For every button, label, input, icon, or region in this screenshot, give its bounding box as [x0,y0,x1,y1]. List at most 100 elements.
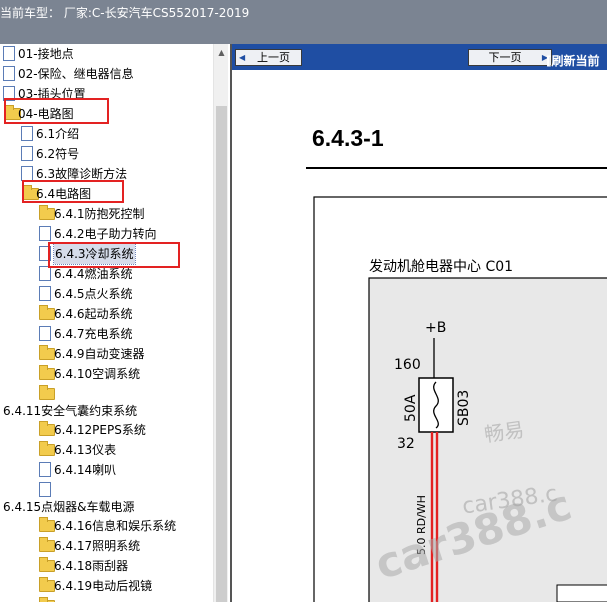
tree-item[interactable]: 02-保险、继电器信息 [0,64,213,84]
tree-item[interactable]: +6.4.10空调系统 [0,364,213,384]
tree-item-label: 6.4.6起动系统 [54,307,133,321]
scroll-up-arrow-icon[interactable]: ▲ [214,44,228,61]
tree-item-label: 6.4.1防抱死控制 [54,207,145,221]
next-component-box [556,584,607,602]
prev-page-button[interactable]: ◀ 上一页 [235,49,302,66]
folder-icon [39,305,55,320]
tree-item-label: 6.4.4燃油系统 [54,267,133,281]
folder-icon [39,597,55,602]
document-icon [21,146,33,161]
tree-item-label: 04-电路图 [18,107,74,121]
document-icon [39,326,51,341]
tree-item-label: 6.4.5点火系统 [54,287,133,301]
title-bar: 当前车型： 厂家:C-长安汽车CS552017-2019 [0,0,607,44]
tree-item-label: 6.3故障诊断方法 [36,167,128,181]
fuse-rating: 50A [403,394,419,422]
tree-item[interactable]: +6.4.18雨刮器 [0,556,213,576]
folder-icon [39,577,55,592]
tree-item-label: 6.4.7充电系统 [54,327,133,341]
tree-item[interactable]: +6.4.19电动后视镜 [0,576,213,596]
document-icon [39,462,51,477]
tree-item[interactable]: +6.4.1防抱死控制 [0,204,213,224]
tree-item[interactable]: +6.4.17照明系统 [0,536,213,556]
folder-icon [39,421,55,436]
tree-item[interactable]: +03-插头位置 [0,84,213,104]
circuit-diagram-svg: 6.4.3-1 发动机舱电器中心 C01 +B 160 50A SB03 32 … [306,125,607,602]
folder-icon [39,537,55,552]
tree-item-label: 6.4.16信息和娱乐系统 [54,519,177,533]
folder-icon [39,557,55,572]
folder-icon [39,441,55,456]
tree-item[interactable]: 6.3故障诊断方法 [0,164,213,184]
fuse-id: SB03 [456,390,472,426]
document-viewer: ◀ 上一页 下一页 ▶ [刷新当前 6.4.3-1 发动机舱电器中心 C01 +… [230,44,607,602]
tree-item[interactable]: 6.4.5点火系统 [0,284,213,304]
tree-item-label: 6.4.19电动后视镜 [54,579,153,593]
tree-item-label: 03-插头位置 [18,87,86,101]
pin-top-label: 160 [394,357,421,373]
tree-item[interactable]: 6.2符号 [0,144,213,164]
document-icon [3,86,15,101]
tree-item-label: 6.4.18雨刮器 [54,559,129,573]
folder-icon [39,385,55,400]
page-nav-bar: ◀ 上一页 下一页 ▶ [刷新当前 [232,44,607,70]
document-icon [39,286,51,301]
tree-item[interactable]: +6.4.6起动系统 [0,304,213,324]
window-title: 当前车型： 厂家:C-长安汽车CS552017-2019 [0,4,249,21]
tree-item[interactable]: 6.4.4燃油系统 [0,264,213,284]
vehicle-model-value: 厂家:C-长安汽车CS552017-2019 [63,6,250,20]
tree-item[interactable]: +6.4.13仪表 [0,440,213,460]
document-icon [39,482,51,497]
tree-item[interactable]: + [0,596,213,602]
tree-item-label: 6.4电路图 [36,187,92,201]
document-icon [39,246,51,261]
scrollbar-thumb[interactable] [216,106,227,602]
tree-item-label: 02-保险、继电器信息 [18,67,134,81]
tree-item-label: 6.2符号 [36,147,80,161]
folder-icon [39,517,55,532]
circuit-diagram: 6.4.3-1 发动机舱电器中心 C01 +B 160 50A SB03 32 … [232,70,607,602]
supply-label: +B [425,320,446,336]
tree-item[interactable]: +6.4.12PEPS系统 [0,420,213,440]
wire-label: 5.0 RD/WH [415,495,428,555]
tree-item[interactable]: −6.4电路图 [0,184,213,204]
tree-item-label: 6.4.12PEPS系统 [54,423,146,437]
folder-icon [39,205,55,220]
tree-item-label: 6.4.13仪表 [54,443,117,457]
diagram-page-title: 6.4.3-1 [312,125,384,151]
tree-item[interactable]: 6.4.15点烟器&车载电源 [0,497,213,517]
tree-item[interactable]: 6.4.11安全气囊约束系统 [0,401,213,421]
document-icon [39,266,51,281]
document-icon [21,166,33,181]
tree-item[interactable]: 6.1介绍 [0,124,213,144]
tree-scrollbar[interactable]: ▲ [213,44,228,602]
tree-item[interactable]: 6.4.2电子助力转向 [0,224,213,244]
tree-item[interactable]: −04-电路图 [0,104,213,124]
tree-item[interactable]: 6.4.3冷却系统 [0,243,213,265]
tree-item-label: 6.4.15点烟器&车载电源 [3,500,135,514]
tree-item[interactable]: 01-接地点 [0,44,213,64]
tree-item[interactable]: 6.4.14喇叭 [0,460,213,480]
folder-icon [39,345,55,360]
document-icon [3,46,15,61]
tree-item-label: 6.1介绍 [36,127,80,141]
tree-item-label: 6.4.14喇叭 [54,463,117,477]
refresh-current-link[interactable]: [刷新当前 [546,52,600,69]
document-icon [21,126,33,141]
tree-item-label: 6.4.3冷却系统 [53,243,136,265]
tree-item-label: 6.4.2电子助力转向 [54,227,157,241]
component-box-title: 发动机舱电器中心 C01 [369,259,513,275]
tree-item-label: 6.4.10空调系统 [54,367,141,381]
tree-item-label: 6.4.17照明系统 [54,539,141,553]
pin-bottom-label: 32 [397,436,415,452]
tree-item[interactable]: +6.4.9自动变速器 [0,344,213,364]
arrow-left-icon: ◀ [239,53,246,62]
fuse-body [418,377,454,433]
next-page-button[interactable]: 下一页 ▶ [468,49,552,66]
vehicle-model-label: 当前车型： [0,6,61,20]
tree-item[interactable]: +6.4.16信息和娱乐系统 [0,516,213,536]
tree-item-label: 01-接地点 [18,47,74,61]
document-icon [3,66,15,81]
navigation-tree[interactable]: 01-接地点02-保险、继电器信息+03-插头位置−04-电路图6.1介绍6.2… [0,44,228,602]
tree-item[interactable]: 6.4.7充电系统 [0,324,213,344]
